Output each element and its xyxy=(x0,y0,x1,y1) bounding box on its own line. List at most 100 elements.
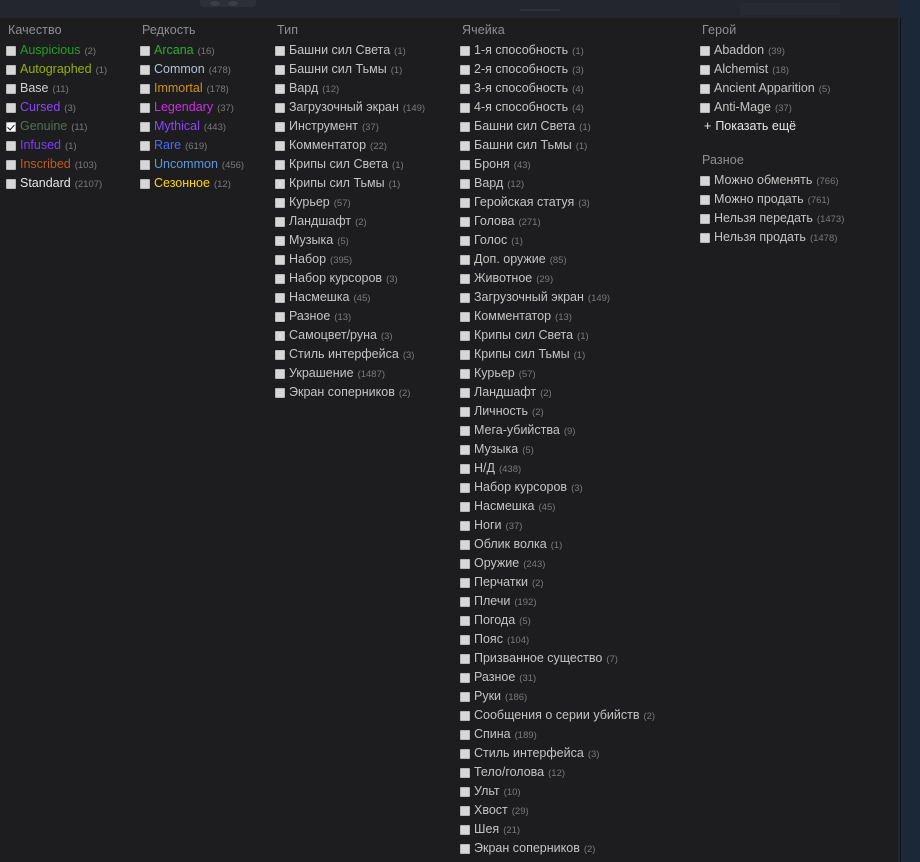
checkbox-icon[interactable] xyxy=(275,83,285,94)
checkbox-icon[interactable] xyxy=(275,387,285,398)
checkbox-icon[interactable] xyxy=(460,45,470,56)
show-more-heroes-button[interactable]: + Показать ещё xyxy=(700,117,895,136)
filter-option-type[interactable]: Стиль интерфейса (3) xyxy=(275,345,455,364)
checkbox-icon[interactable] xyxy=(140,159,150,170)
filter-option-type[interactable]: Башни сил Света (1) xyxy=(275,41,455,60)
checkbox-icon[interactable] xyxy=(700,213,710,224)
filter-option-slot[interactable]: Музыка (5) xyxy=(460,440,692,459)
filter-option-rarity[interactable]: Mythical (443) xyxy=(140,117,270,136)
checkbox-icon[interactable] xyxy=(460,729,470,740)
checkbox-icon[interactable] xyxy=(460,330,470,341)
checkbox-icon[interactable] xyxy=(6,102,16,113)
checkbox-icon[interactable] xyxy=(460,159,470,170)
filter-option-slot[interactable]: Перчатки (2) xyxy=(460,573,692,592)
checkbox-icon[interactable] xyxy=(700,194,710,205)
checkbox-icon[interactable] xyxy=(140,83,150,94)
filter-option-slot[interactable]: Голос (1) xyxy=(460,231,692,250)
filter-option-quality[interactable]: Standard (2107) xyxy=(6,174,136,193)
checkbox-icon[interactable] xyxy=(275,178,285,189)
filter-option-slot[interactable]: Курьер (57) xyxy=(460,364,692,383)
checkbox-icon[interactable] xyxy=(140,140,150,151)
checkbox-icon[interactable] xyxy=(275,349,285,360)
filter-option-type[interactable]: Украшение (1487) xyxy=(275,364,455,383)
checkbox-icon[interactable] xyxy=(275,292,285,303)
checkbox-icon[interactable] xyxy=(140,121,150,132)
checkbox-icon[interactable] xyxy=(700,83,710,94)
filter-option-slot[interactable]: Хвост (29) xyxy=(460,801,692,820)
checkbox-icon[interactable] xyxy=(460,444,470,455)
filter-option-slot[interactable]: Н/Д (438) xyxy=(460,459,692,478)
filter-option-misc[interactable]: Нельзя продать (1478) xyxy=(700,228,895,247)
filter-option-misc[interactable]: Можно обменять (766) xyxy=(700,171,895,190)
filter-option-hero[interactable]: Abaddon (39) xyxy=(700,41,895,60)
checkbox-icon[interactable] xyxy=(6,83,16,94)
filter-option-slot[interactable]: Башни сил Света (1) xyxy=(460,117,692,136)
checkbox-icon[interactable] xyxy=(140,102,150,113)
filter-option-slot[interactable]: Насмешка (45) xyxy=(460,497,692,516)
checkbox-icon[interactable] xyxy=(460,501,470,512)
filter-option-slot[interactable]: Набор курсоров (3) xyxy=(460,478,692,497)
checkbox-icon[interactable] xyxy=(275,140,285,151)
filter-option-slot[interactable]: Загрузочный экран (149) xyxy=(460,288,692,307)
filter-option-slot[interactable]: Животное (29) xyxy=(460,269,692,288)
checkbox-icon[interactable] xyxy=(700,232,710,243)
checkbox-icon[interactable] xyxy=(460,786,470,797)
checkbox-icon[interactable] xyxy=(460,482,470,493)
filter-option-type[interactable]: Башни сил Тьмы (1) xyxy=(275,60,455,79)
filter-option-type[interactable]: Самоцвет/руна (3) xyxy=(275,326,455,345)
filter-option-slot[interactable]: Мега-убийства (9) xyxy=(460,421,692,440)
checkbox-icon[interactable] xyxy=(460,672,470,683)
checkbox-icon[interactable] xyxy=(6,45,16,56)
checkbox-icon[interactable] xyxy=(275,368,285,379)
checkbox-checked-icon[interactable] xyxy=(6,121,16,132)
checkbox-icon[interactable] xyxy=(140,45,150,56)
filter-option-slot[interactable]: Сообщения о серии убийств (2) xyxy=(460,706,692,725)
checkbox-icon[interactable] xyxy=(275,64,285,75)
checkbox-icon[interactable] xyxy=(700,64,710,75)
filter-option-slot[interactable]: Плечи (192) xyxy=(460,592,692,611)
filter-option-slot[interactable]: Руки (186) xyxy=(460,687,692,706)
filter-option-slot[interactable]: Погода (5) xyxy=(460,611,692,630)
filter-option-rarity[interactable]: Rare (619) xyxy=(140,136,270,155)
filter-option-misc[interactable]: Нельзя передать (1473) xyxy=(700,209,895,228)
checkbox-icon[interactable] xyxy=(460,292,470,303)
filter-option-slot[interactable]: Ульт (10) xyxy=(460,782,692,801)
checkbox-icon[interactable] xyxy=(700,175,710,186)
filter-option-rarity[interactable]: Arcana (16) xyxy=(140,41,270,60)
filter-option-slot[interactable]: Стиль интерфейса (3) xyxy=(460,744,692,763)
filter-option-slot[interactable]: 1-я способность (1) xyxy=(460,41,692,60)
filter-option-type[interactable]: Вард (12) xyxy=(275,79,455,98)
checkbox-icon[interactable] xyxy=(275,254,285,265)
checkbox-icon[interactable] xyxy=(275,311,285,322)
filter-option-rarity[interactable]: Legendary (37) xyxy=(140,98,270,117)
checkbox-icon[interactable] xyxy=(460,748,470,759)
checkbox-icon[interactable] xyxy=(460,140,470,151)
filter-option-slot[interactable]: Разное (31) xyxy=(460,668,692,687)
filter-option-slot[interactable]: Призванное существо (7) xyxy=(460,649,692,668)
checkbox-icon[interactable] xyxy=(700,102,710,113)
checkbox-icon[interactable] xyxy=(460,83,470,94)
filter-option-quality[interactable]: Autographed (1) xyxy=(6,60,136,79)
checkbox-icon[interactable] xyxy=(460,197,470,208)
filter-option-hero[interactable]: Ancient Apparition (5) xyxy=(700,79,895,98)
filter-option-type[interactable]: Набор (395) xyxy=(275,250,455,269)
checkbox-icon[interactable] xyxy=(460,349,470,360)
filter-option-quality[interactable]: Genuine (11) xyxy=(6,117,136,136)
checkbox-icon[interactable] xyxy=(460,311,470,322)
checkbox-icon[interactable] xyxy=(275,197,285,208)
filter-option-rarity[interactable]: Uncommon (456) xyxy=(140,155,270,174)
filter-option-type[interactable]: Инструмент (37) xyxy=(275,117,455,136)
checkbox-icon[interactable] xyxy=(140,64,150,75)
checkbox-icon[interactable] xyxy=(460,596,470,607)
filter-option-quality[interactable]: Base (11) xyxy=(6,79,136,98)
checkbox-icon[interactable] xyxy=(275,45,285,56)
filter-option-slot[interactable]: Крипы сил Света (1) xyxy=(460,326,692,345)
checkbox-icon[interactable] xyxy=(460,843,470,854)
checkbox-icon[interactable] xyxy=(460,235,470,246)
filter-option-slot[interactable]: Геройская статуя (3) xyxy=(460,193,692,212)
filter-option-slot[interactable]: 3-я способность (4) xyxy=(460,79,692,98)
filter-option-slot[interactable]: Экран соперников (2) xyxy=(460,839,692,858)
checkbox-icon[interactable] xyxy=(460,121,470,132)
filter-option-slot[interactable]: Доп. оружие (85) xyxy=(460,250,692,269)
checkbox-icon[interactable] xyxy=(460,273,470,284)
